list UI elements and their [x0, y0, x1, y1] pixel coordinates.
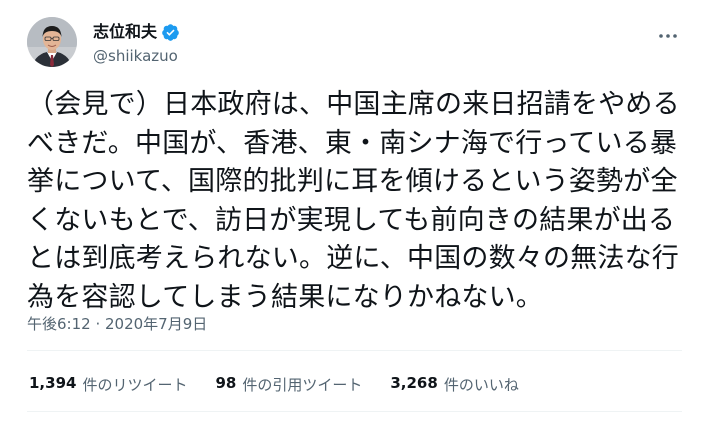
tweet-stats: 1,394 件のリツイート 98 件の引用ツイート 3,268 件のいいね [29, 374, 519, 395]
quote-tweets-count: 98 [215, 374, 237, 392]
author-name-row: 志位和夫 [93, 21, 180, 43]
divider-top [27, 350, 682, 351]
author-display-name[interactable]: 志位和夫 [93, 22, 157, 42]
divider-bottom [27, 411, 682, 412]
tweet-timestamp[interactable]: 午後6:12 · 2020年7月9日 [27, 313, 207, 334]
quote-tweets-label: 件の引用ツイート [242, 376, 363, 394]
author-handle[interactable]: @shiikazuo [93, 47, 180, 66]
retweets-label: 件のリツイート [82, 376, 188, 394]
avatar[interactable] [27, 17, 77, 67]
likes-stat[interactable]: 3,268 件のいいね [390, 374, 518, 395]
author-block: 志位和夫 @shiikazuo [93, 21, 180, 66]
verified-badge-icon [162, 23, 179, 41]
likes-label: 件のいいね [443, 376, 519, 394]
tweet-text: （会見で）日本政府は、中国主席の来日招請をやめる べきだ。中国が、香港、東・南シ… [27, 89, 680, 313]
tweet-card: 志位和夫 @shiikazuo （会見で）日本政府は、中国主席の来日招請をやめる… [0, 0, 709, 424]
retweets-stat[interactable]: 1,394 件のリツイート [29, 374, 187, 395]
more-options-icon[interactable] [657, 25, 679, 47]
quote-tweets-stat[interactable]: 98 件の引用ツイート [215, 374, 362, 395]
avatar-portrait [27, 17, 77, 67]
retweets-count: 1,394 [29, 374, 77, 392]
likes-count: 3,268 [390, 374, 438, 392]
